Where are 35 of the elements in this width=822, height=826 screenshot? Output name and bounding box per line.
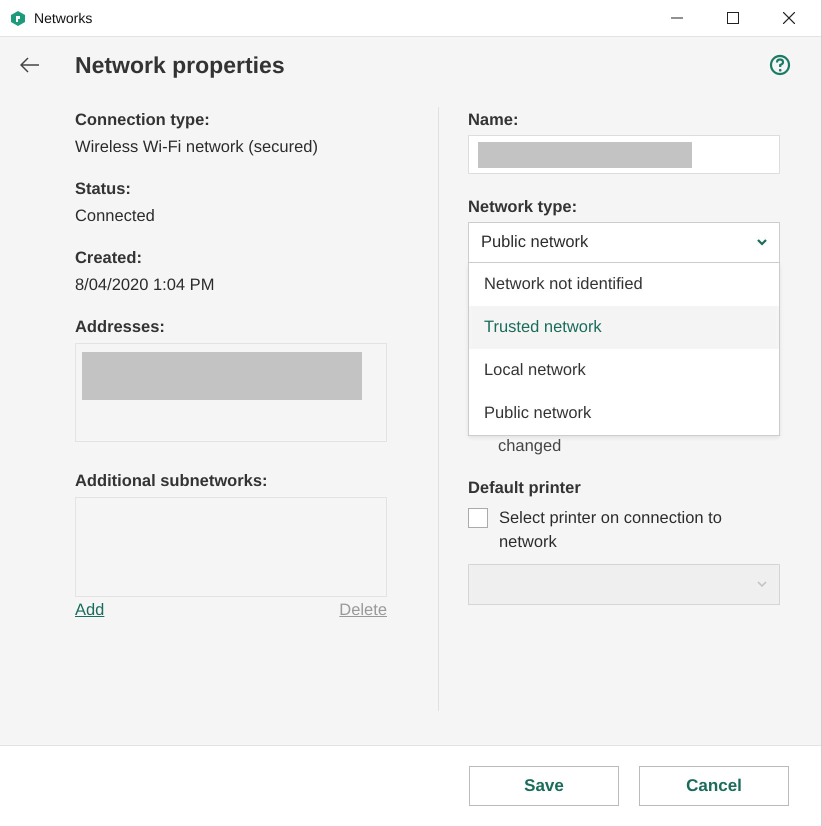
- field-label: Name:: [468, 110, 520, 131]
- chevron-down-icon: [757, 581, 767, 588]
- page-title: Network properties: [75, 52, 285, 78]
- close-icon: [783, 12, 795, 24]
- field-label: Status:: [75, 179, 132, 200]
- back-button[interactable]: [20, 57, 40, 73]
- back-arrow-icon: [20, 57, 40, 73]
- checkbox[interactable]: [468, 508, 488, 528]
- dropdown-option[interactable]: Public network: [469, 392, 779, 435]
- field-value: Wireless Wi-Fi network (secured): [75, 137, 319, 158]
- help-button[interactable]: [769, 54, 791, 76]
- link[interactable]: Add: [75, 599, 104, 621]
- maximize-icon: [727, 12, 739, 24]
- chevron-down-icon: [757, 239, 767, 246]
- field-value: 8/04/2020 1:04 PM: [75, 275, 216, 296]
- network-type-dropdown[interactable]: Public network: [468, 222, 780, 263]
- window-title: Networks: [34, 10, 92, 26]
- dialog-button[interactable]: Save: [469, 766, 619, 806]
- dropdown-option[interactable]: Trusted network: [469, 306, 779, 349]
- option-description: changed: [497, 437, 562, 455]
- app-logo-icon: [10, 10, 26, 26]
- field-label: Connection type:: [75, 110, 211, 131]
- field-label: Addresses:: [75, 317, 166, 338]
- dropdown-option[interactable]: Network not identified: [469, 263, 779, 306]
- dropdown-option[interactable]: Local network: [469, 349, 779, 392]
- field-label: Created:: [75, 248, 143, 269]
- selected-value: Public network: [481, 233, 590, 252]
- checkbox-label: Select printer on connection to network: [499, 508, 723, 553]
- section-heading: Default printer: [468, 478, 582, 499]
- field-label: Additional subnetworks:: [75, 471, 269, 492]
- field-label: Network type:: [468, 197, 578, 218]
- help-icon: [769, 54, 791, 76]
- dialog-button[interactable]: Cancel: [639, 766, 789, 806]
- name-field[interactable]: [468, 135, 780, 174]
- field-value: Connected: [75, 206, 156, 227]
